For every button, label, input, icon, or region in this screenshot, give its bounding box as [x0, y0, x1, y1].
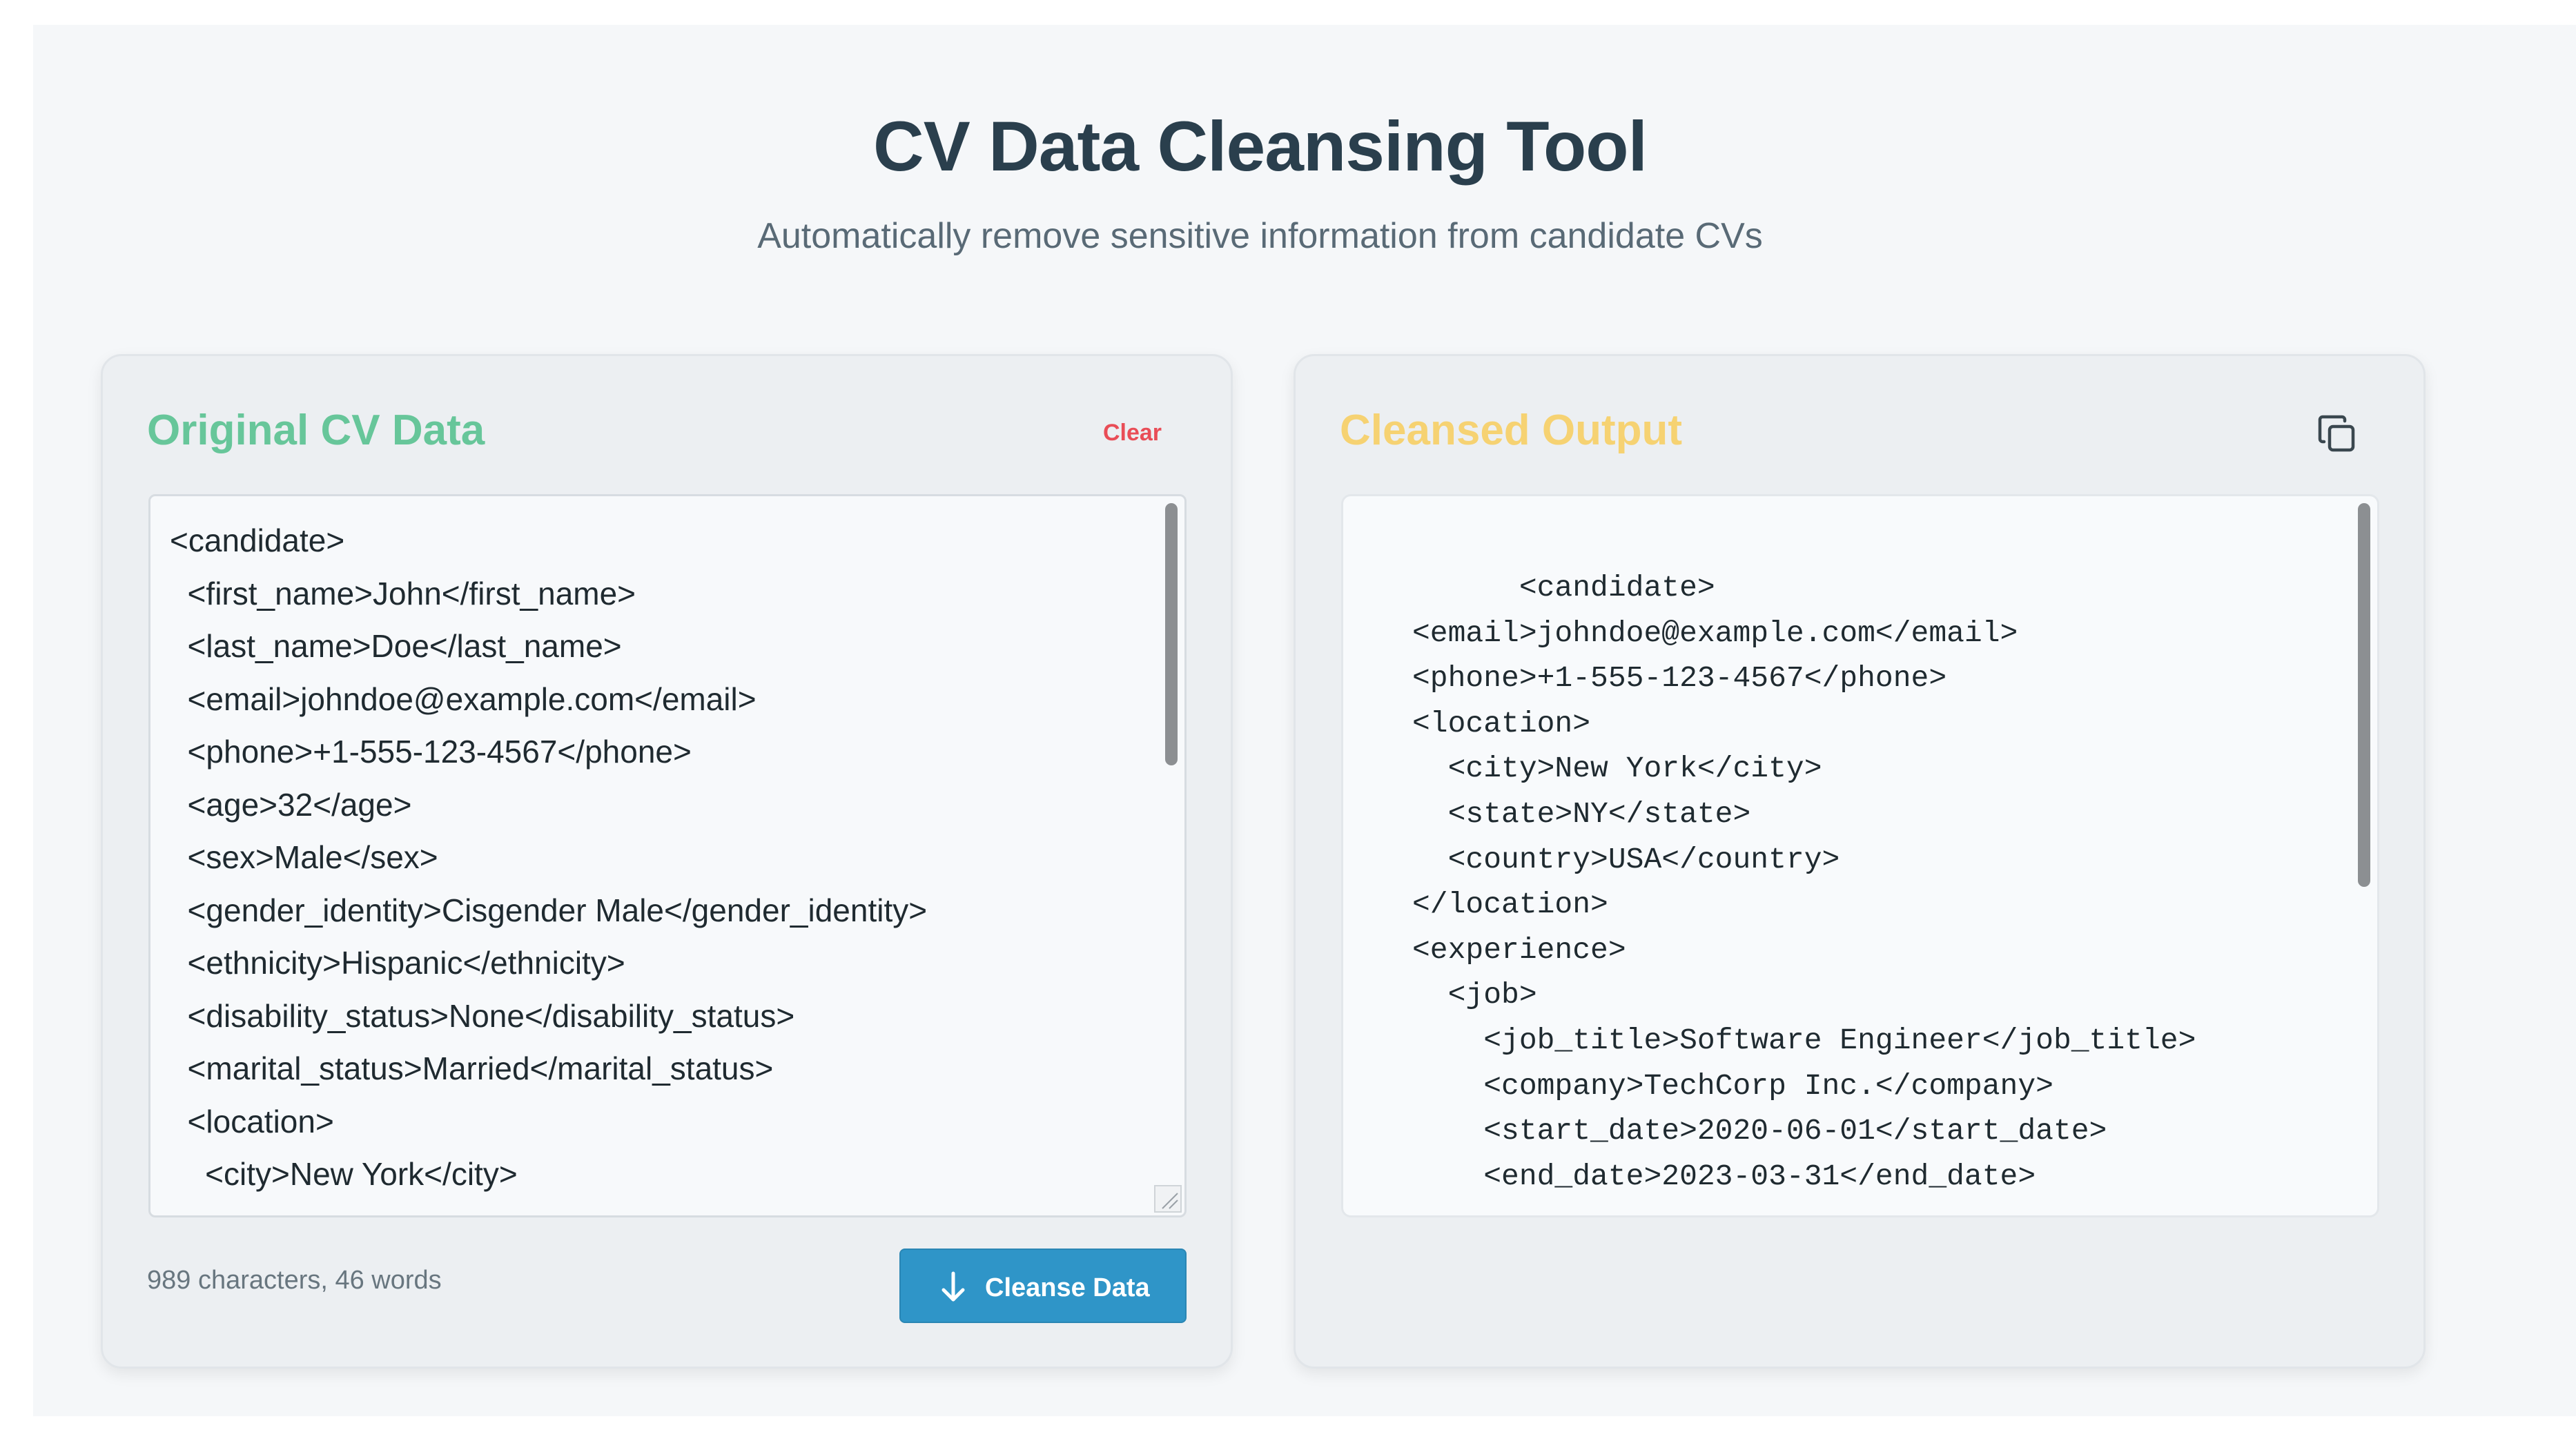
cv-input-line: <location>: [170, 1103, 334, 1139]
resize-grip-icon: [1162, 1193, 1178, 1209]
copy-icon: [2318, 415, 2355, 452]
cv-input-line: <age>32</age>: [170, 786, 412, 823]
cleansed-output-line: <location>: [1412, 706, 1591, 741]
cleansed-output-box[interactable]: <candidate> <email>johndoe@example.com</e…: [1341, 494, 2379, 1217]
cleansed-output-line: </location>: [1412, 888, 1608, 922]
copy-output-button[interactable]: [2314, 411, 2360, 457]
cleanse-data-button[interactable]: Cleanse Data: [899, 1249, 1187, 1323]
cv-input-textarea[interactable]: <candidate> <first_name>John</first_name…: [148, 494, 1187, 1217]
cv-input-line: <city>New York</city>: [170, 1156, 518, 1192]
app-page: CV Data Cleansing Tool Automatically rem…: [33, 25, 2576, 1416]
cv-input-line: <candidate>: [170, 522, 345, 558]
cleanse-data-label: Cleanse Data: [985, 1273, 1150, 1302]
input-scrollbar-thumb[interactable]: [1165, 503, 1178, 765]
cleansed-output-line: <end_date>2023-03-31</end_date>: [1412, 1159, 2036, 1193]
original-cv-title: Original CV Data: [147, 407, 485, 454]
cleansed-output-line: <experience>: [1412, 932, 1626, 967]
page-title: CV Data Cleansing Tool: [873, 107, 1648, 186]
cleansed-output-line: <city>New York</city>: [1412, 752, 1822, 786]
cleansed-output-content: <candidate> <email>johndoe@example.com</e…: [1412, 565, 2196, 1199]
page-subtitle: Automatically remove sensitive informati…: [757, 216, 1763, 256]
character-word-count: 989 characters, 46 words: [147, 1266, 442, 1295]
cleansed-output-line: <job>: [1412, 978, 1537, 1012]
original-cv-panel: Original CV Data Clear <candidate> <firs…: [101, 354, 1233, 1369]
cv-input-line: <email>johndoe@example.com</email>: [170, 681, 757, 717]
cleansed-output-line: <company>TechCorp Inc.</company>: [1412, 1068, 2053, 1103]
cleansed-output-panel: Cleansed Output <candidate> <email>johndo…: [1294, 354, 2426, 1369]
cleansed-output-title: Cleansed Output: [1340, 407, 1683, 454]
cleansed-output-line: <state>NY</state>: [1412, 796, 1751, 831]
cv-input-line: <sex>Male</sex>: [170, 839, 438, 875]
cleansed-output-line: <phone>+1-555-123-4567</phone>: [1412, 661, 1947, 696]
cleansed-output-line: <start_date>2020-06-01</start_date>: [1412, 1114, 2107, 1148]
cleansed-output-line: <email>johndoe@example.com</email>: [1412, 616, 2018, 650]
cv-input-line: <last_name>Doe</last_name>: [170, 628, 622, 664]
clear-button[interactable]: Clear: [1103, 420, 1162, 447]
cv-input-line: <gender_identity>Cisgender Male</gender_…: [170, 892, 928, 928]
cleansed-output-line: <candidate>: [1412, 571, 1715, 605]
arrow-down-icon: [941, 1271, 965, 1302]
cleansed-output-line: <job_title>Software Engineer</job_title>: [1412, 1023, 2196, 1057]
textarea-resize-handle[interactable]: [1154, 1185, 1182, 1213]
cv-input-line: <marital_status>Married</marital_status>: [170, 1050, 774, 1086]
output-scrollbar-thumb[interactable]: [2358, 503, 2370, 887]
cv-input-line: <disability_status>None</disability_stat…: [170, 997, 795, 1034]
cv-input-line: <phone>+1-555-123-4567</phone>: [170, 734, 692, 770]
cv-input-line: <first_name>John</first_name>: [170, 575, 636, 611]
cv-input-content: <candidate> <first_name>John</first_name…: [170, 514, 927, 1201]
cleansed-output-line: <country>USA</country>: [1412, 842, 1840, 877]
cv-input-line: <ethnicity>Hispanic</ethnicity>: [170, 945, 625, 981]
